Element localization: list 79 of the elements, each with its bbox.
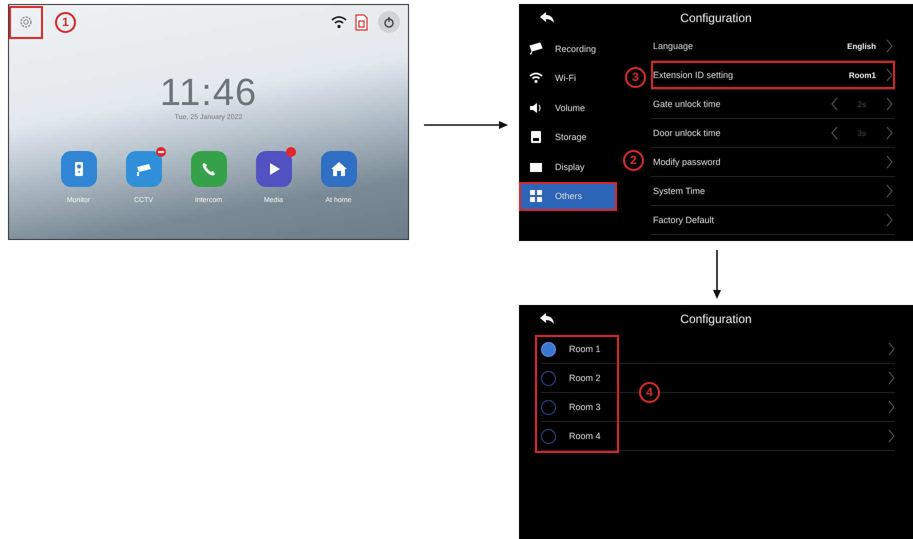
settings-icon: [18, 14, 34, 30]
setting-label: Extension ID setting: [653, 70, 734, 80]
step-number: 3: [625, 67, 646, 88]
sidebar-item[interactable]: Display: [519, 152, 617, 182]
clock-time: 11:46: [160, 73, 258, 113]
sidebar-item[interactable]: Wi-Fi: [519, 64, 617, 93]
step-number: 2: [623, 150, 644, 171]
storage-icon: [529, 130, 543, 144]
sidebar-item[interactable]: Others: [519, 182, 617, 211]
room-option[interactable]: Room 1: [541, 342, 601, 356]
power-icon: [383, 16, 395, 28]
camera-icon: [529, 42, 543, 56]
chevron-right-icon: [888, 429, 895, 443]
remove-badge: [156, 147, 166, 157]
setting-label: Language: [653, 41, 694, 51]
arrow: [713, 250, 721, 299]
room-option[interactable]: Room 3: [541, 400, 601, 414]
back-button[interactable]: [539, 313, 555, 325]
chevron-right-icon: [886, 213, 893, 227]
house-icon: [330, 160, 348, 178]
room-label: Room 3: [569, 402, 601, 412]
setting-label: Modify password: [653, 157, 721, 167]
setting-row[interactable]: Factory Default: [651, 206, 895, 235]
chevron-right-icon: [886, 39, 893, 53]
chevron-right-icon: [886, 155, 893, 169]
sidebar-item[interactable]: Storage: [519, 122, 617, 152]
notification-badge: [286, 147, 296, 157]
grid-icon: [529, 189, 543, 204]
setting-label: System Time: [653, 186, 706, 196]
room-option[interactable]: Room 2: [541, 370, 601, 386]
setting-row[interactable]: System Time: [651, 177, 895, 206]
room-label: Room 4: [569, 431, 601, 441]
radio-button[interactable]: [541, 428, 556, 444]
app-button[interactable]: [190, 151, 226, 187]
chevron-left-icon: [830, 126, 838, 140]
screen-title: Configuration: [679, 312, 753, 326]
screen-title: Configuration: [679, 11, 753, 25]
app-button[interactable]: [60, 151, 96, 187]
speaker-icon: [529, 100, 543, 115]
sd-card-icon: [355, 14, 368, 30]
setting-row[interactable]: Modify password: [651, 148, 895, 177]
settings-button[interactable]: [9, 6, 43, 38]
chevron-right-icon: [888, 400, 895, 414]
radio-button[interactable]: [541, 400, 556, 414]
chevron-right-icon: [886, 126, 893, 140]
step-number: 4: [639, 382, 660, 403]
back-arrow-icon: [539, 12, 555, 24]
chevron-right-icon: [886, 97, 893, 111]
setting-row[interactable]: Language English: [651, 32, 895, 61]
setting-value: English: [847, 42, 876, 50]
room-label: Room 1: [569, 344, 601, 354]
room-option[interactable]: Room 4: [541, 428, 601, 444]
room-label: Room 2: [569, 373, 601, 383]
chevron-right-icon: [886, 68, 893, 82]
radio-button[interactable]: [541, 342, 556, 356]
back-arrow-icon: [539, 313, 555, 325]
step-number: 1: [55, 12, 76, 32]
power-button[interactable]: [378, 11, 400, 33]
setting-value: 3s: [858, 128, 866, 138]
setting-row[interactable]: Extension ID setting Room1: [651, 61, 895, 90]
setting-row[interactable]: Gate unlock time 2s: [651, 90, 895, 119]
phone-icon: [200, 160, 218, 178]
chevron-left-icon: [830, 97, 838, 111]
back-button[interactable]: [539, 12, 555, 24]
setting-row[interactable]: Door unlock time 3s: [651, 119, 895, 148]
chevron-right-icon: [888, 342, 895, 356]
setting-label: Factory Default: [653, 215, 714, 225]
wifi-icon: [529, 71, 543, 86]
sidebar-item[interactable]: Recording: [519, 34, 617, 64]
sidebar-item[interactable]: Volume: [519, 93, 617, 122]
setting-value: Room1: [848, 70, 876, 80]
setting-label: Door unlock time: [653, 128, 721, 138]
setting-value: 2s: [858, 100, 866, 108]
chevron-right-icon: [888, 371, 895, 385]
wifi-icon: [331, 15, 347, 29]
setting-label: Gate unlock time: [653, 99, 721, 109]
radio-button[interactable]: [541, 370, 556, 386]
chevron-right-icon: [886, 184, 893, 198]
app-button[interactable]: [320, 151, 356, 187]
